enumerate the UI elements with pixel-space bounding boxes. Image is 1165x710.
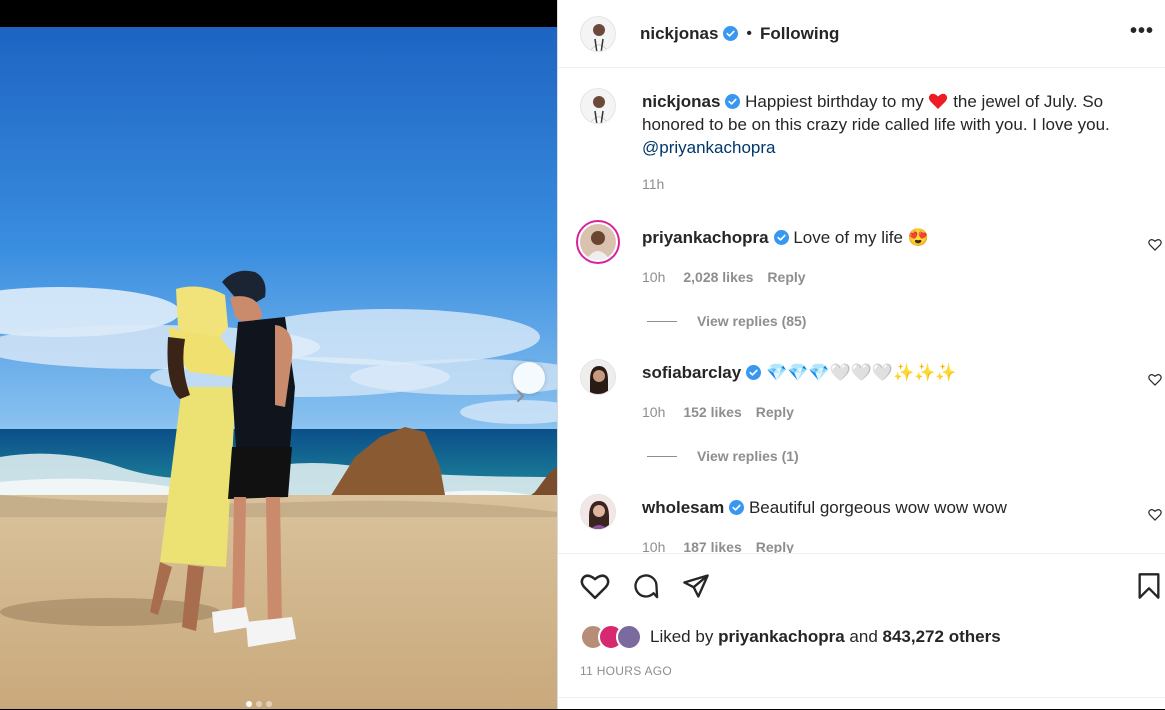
comment-time: 10h xyxy=(642,539,666,553)
verified-icon xyxy=(723,26,739,41)
beach-photo xyxy=(0,27,557,709)
profile-picture xyxy=(581,16,615,51)
liker-avatar xyxy=(616,624,642,650)
comment-likes[interactable]: 2,028 likes xyxy=(683,269,753,285)
view-replies-label: View replies (85) xyxy=(697,313,807,329)
caption-text: nickjonas Happiest birthday to my the je… xyxy=(642,90,1142,159)
view-replies-button[interactable]: View replies (1) xyxy=(647,448,799,464)
commenter-avatar[interactable] xyxy=(576,220,620,264)
reply-button[interactable]: Reply xyxy=(756,404,794,420)
profile-picture xyxy=(581,495,615,529)
verified-icon xyxy=(729,500,745,515)
caption-time: 11h xyxy=(642,176,664,192)
comment-likes[interactable]: 152 likes xyxy=(683,404,741,420)
comment-body: Beautiful gorgeous wow wow wow xyxy=(748,498,1007,517)
divider-line xyxy=(647,455,677,457)
author-username[interactable]: nickjonas xyxy=(640,24,718,44)
more-options-icon[interactable]: ••• xyxy=(1130,20,1154,43)
comment-likes[interactable]: 187 likes xyxy=(683,539,741,553)
like-comment-icon[interactable] xyxy=(1148,373,1162,386)
liked-by-and: and xyxy=(849,627,878,646)
carousel-dot xyxy=(256,701,262,707)
likes-summary: Liked by priyankachopra and 843,272 othe… xyxy=(580,624,1001,650)
view-replies-label: View replies (1) xyxy=(697,448,799,464)
comment-meta: 10h 2,028 likes Reply xyxy=(642,269,806,285)
story-ring xyxy=(576,220,620,264)
caption-avatar[interactable] xyxy=(580,88,616,124)
post-actions: Liked by priyankachopra and 843,272 othe… xyxy=(558,553,1165,710)
reply-button[interactable]: Reply xyxy=(767,269,805,285)
liked-by-user[interactable]: priyankachopra xyxy=(718,627,845,647)
comments-section[interactable]: nickjonas Happiest birthday to my the je… xyxy=(558,69,1165,553)
profile-picture xyxy=(581,89,615,123)
post-header: nickjonas • Following ••• xyxy=(558,0,1165,68)
comment-meta: 10h 187 likes Reply xyxy=(642,539,794,553)
divider-line xyxy=(647,320,677,322)
separator: • xyxy=(746,24,753,42)
comment-username[interactable]: priyankachopra xyxy=(642,228,769,247)
carousel-dots xyxy=(246,701,272,707)
comment-text: wholesam Beautiful gorgeous wow wow wow xyxy=(642,496,1142,519)
reply-button[interactable]: Reply xyxy=(756,539,794,553)
like-comment-icon[interactable] xyxy=(1148,508,1162,521)
view-replies-button[interactable]: View replies (85) xyxy=(647,313,806,329)
author-avatar[interactable] xyxy=(580,15,616,52)
caption-username[interactable]: nickjonas xyxy=(642,92,720,111)
carousel-dot xyxy=(246,701,252,707)
post-photo xyxy=(0,0,557,709)
caption-body-start: Happiest birthday to my xyxy=(745,92,929,111)
comment-username[interactable]: sofiabarclay xyxy=(642,363,741,382)
liker-avatars xyxy=(580,624,642,650)
comment-text: sofiabarclay 💎💎💎🤍🤍🤍✨✨✨ xyxy=(642,361,1142,384)
verified-icon xyxy=(746,365,762,380)
comment-time: 10h xyxy=(642,404,666,420)
commenter-avatar[interactable] xyxy=(580,494,616,530)
comment-body: 💎💎💎🤍🤍🤍✨✨✨ xyxy=(765,363,957,382)
caption-timestamp: 11h xyxy=(642,176,665,192)
comment-time: 10h xyxy=(642,269,666,285)
liked-by-prefix: Liked by xyxy=(650,627,714,646)
next-photo-button[interactable] xyxy=(513,362,545,402)
comment-meta: 10h 152 likes Reply xyxy=(642,404,794,420)
action-icons xyxy=(580,572,710,600)
post-panel: nickjonas • Following ••• nickjonas Happ… xyxy=(557,0,1165,709)
caption-mention-link[interactable]: @priyankachopra xyxy=(642,138,776,157)
heart-icon[interactable] xyxy=(580,572,610,600)
share-icon[interactable] xyxy=(682,572,710,600)
following-button[interactable]: Following xyxy=(760,24,839,44)
bookmark-icon[interactable] xyxy=(1136,572,1162,600)
liked-by-others[interactable]: 843,272 others xyxy=(883,627,1001,647)
red-heart-icon xyxy=(929,93,948,109)
carousel-dot xyxy=(266,701,272,707)
like-comment-icon[interactable] xyxy=(1148,238,1162,251)
verified-icon xyxy=(773,230,789,245)
comment-icon[interactable] xyxy=(632,572,660,600)
verified-icon xyxy=(725,94,741,109)
comment-username[interactable]: wholesam xyxy=(642,498,724,517)
divider xyxy=(558,697,1165,698)
chevron-right-icon xyxy=(517,390,525,402)
post-timestamp: 11 HOURS AGO xyxy=(580,664,673,678)
commenter-avatar[interactable] xyxy=(580,359,616,395)
comment-body: Love of my life 😍 xyxy=(793,228,929,247)
comment-text: priyankachopra Love of my life 😍 xyxy=(642,226,1142,249)
profile-picture xyxy=(581,360,615,394)
